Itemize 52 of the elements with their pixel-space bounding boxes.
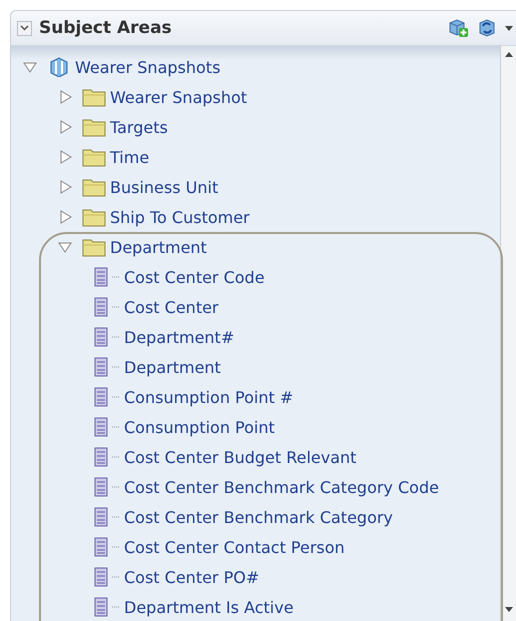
column-label[interactable]: Department# [124, 328, 234, 346]
dotted-connector [112, 456, 120, 458]
expand-triangle-icon[interactable] [58, 90, 72, 104]
folder-icon [82, 87, 106, 107]
dotted-connector [112, 486, 120, 488]
folder-icon [82, 207, 106, 227]
column-label[interactable]: Consumption Point [124, 418, 275, 436]
expand-triangle-icon[interactable] [58, 120, 72, 134]
scroll-down-icon[interactable] [505, 607, 513, 612]
add-cube-icon[interactable] [447, 17, 469, 39]
collapse-triangle-icon[interactable] [23, 60, 37, 74]
dotted-connector [112, 576, 120, 578]
collapse-triangle-icon[interactable] [58, 240, 72, 254]
collapse-button[interactable] [17, 20, 32, 36]
dotted-connector [112, 546, 120, 548]
column-label[interactable]: Cost Center [124, 298, 219, 316]
column-label[interactable]: Consumption Point # [124, 388, 294, 406]
column-label[interactable]: Cost Center Benchmark Category Code [124, 478, 439, 496]
folder-icon [82, 237, 106, 257]
folder-label[interactable]: Time [110, 148, 150, 166]
expand-triangle-icon[interactable] [58, 150, 72, 164]
dotted-connector [112, 396, 120, 398]
dotted-connector [112, 606, 120, 608]
panel-title: Subject Areas [39, 18, 173, 38]
column-label[interactable]: Department Is Active [124, 598, 294, 616]
column-label[interactable]: Department [124, 358, 221, 376]
scroll-up-icon[interactable] [505, 52, 513, 57]
column-label[interactable]: Cost Center Code [124, 268, 265, 286]
folder-icon [82, 117, 106, 137]
folder-label[interactable]: Wearer Snapshot [110, 88, 248, 106]
column-label[interactable]: Cost Center PO# [124, 568, 260, 586]
column-label[interactable]: Cost Center Contact Person [124, 538, 345, 556]
dotted-connector [112, 336, 120, 338]
dotted-connector [112, 306, 120, 308]
dotted-connector [112, 366, 120, 368]
dotted-connector [112, 276, 120, 278]
column-label[interactable]: Cost Center Benchmark Category [124, 508, 393, 526]
column-label[interactable]: Cost Center Budget Relevant [124, 448, 356, 466]
folder-label[interactable]: Ship To Customer [110, 208, 250, 226]
caret-icon[interactable] [505, 26, 513, 30]
folder-label[interactable]: Department [110, 238, 207, 256]
chevron-icon [20, 25, 29, 31]
dotted-connector [112, 516, 120, 518]
folder-label[interactable]: Business Unit [110, 178, 218, 196]
folder-icon [82, 147, 106, 167]
scrollbar[interactable] [500, 46, 516, 621]
dotted-connector [112, 426, 120, 428]
expand-triangle-icon[interactable] [58, 210, 72, 224]
folder-label[interactable]: Targets [110, 118, 168, 136]
folder-icon [82, 177, 106, 197]
folder-label[interactable]: Wearer Snapshots [75, 58, 220, 76]
expand-triangle-icon[interactable] [58, 180, 72, 194]
